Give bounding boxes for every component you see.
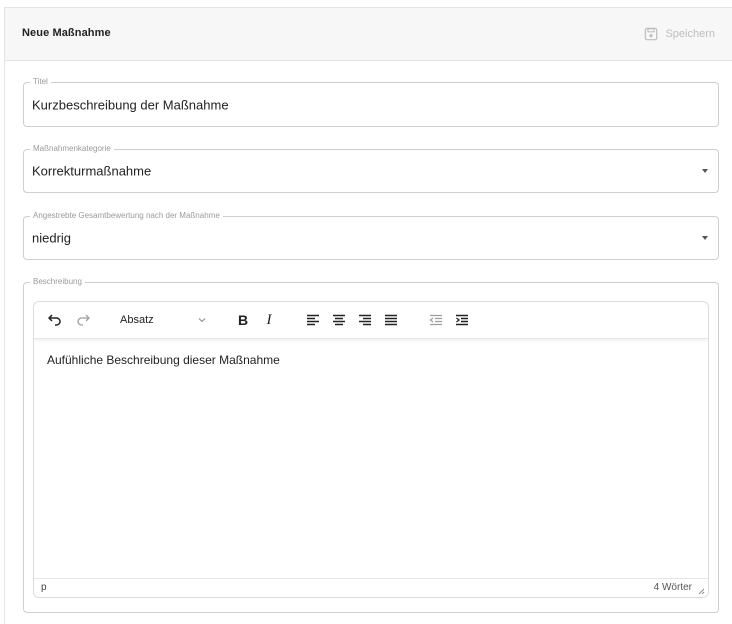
align-center-icon[interactable] [331, 312, 347, 328]
indent-icon[interactable] [454, 312, 470, 328]
beschreibung-label: Beschreibung [30, 277, 85, 287]
form-panel: Neue Maßnahme Speichern Titel Kurzbeschr… [4, 7, 732, 624]
block-format-value: Absatz [120, 314, 154, 326]
editor-toolbar: Absatz B I [34, 302, 708, 339]
beschreibung-field: Beschreibung Absatz B I Aufühliche Besch… [23, 277, 719, 613]
chevron-down-icon [198, 318, 206, 323]
editor-content[interactable]: Aufühliche Beschreibung dieser Maßnahme [47, 353, 280, 367]
element-path[interactable]: p [41, 582, 47, 593]
align-justify-icon[interactable] [383, 312, 399, 328]
outdent-icon[interactable] [428, 312, 444, 328]
kategorie-selected-value: Korrekturmaßnahme [32, 163, 152, 179]
titel-field[interactable]: Titel Kurzbeschreibung der Maßnahme [23, 77, 719, 127]
caret-down-icon[interactable] [702, 169, 708, 173]
kategorie-select[interactable]: Maßnahmenkategorie Korrekturmaßnahme [23, 144, 719, 193]
save-button-label: Speichern [665, 28, 715, 40]
bold-button[interactable]: B [235, 312, 251, 328]
resize-handle-icon[interactable] [697, 587, 705, 595]
save-button[interactable]: Speichern [644, 25, 715, 43]
word-count[interactable]: 4 Wörter [654, 582, 692, 593]
editor-statusbar: p 4 Wörter [34, 578, 708, 597]
block-format-select[interactable]: Absatz [114, 310, 210, 330]
undo-icon[interactable] [47, 312, 63, 328]
bewertung-selected-value: niedrig [32, 230, 72, 246]
align-left-icon[interactable] [305, 312, 321, 328]
page-title: Neue Maßnahme [22, 27, 111, 39]
align-right-icon[interactable] [357, 312, 373, 328]
bewertung-select[interactable]: Angestrebte Gesamtbewertung nach der Maß… [23, 211, 719, 260]
caret-down-icon[interactable] [702, 236, 708, 240]
panel-header: Neue Maßnahme Speichern [5, 8, 732, 61]
titel-label: Titel [30, 77, 51, 87]
bewertung-label: Angestrebte Gesamtbewertung nach der Maß… [30, 211, 223, 221]
redo-icon[interactable] [75, 312, 91, 328]
rich-text-editor: Absatz B I Aufühliche Beschreibung diese… [33, 301, 709, 598]
kategorie-label: Maßnahmenkategorie [30, 144, 114, 154]
floppy-disk-icon [645, 27, 658, 41]
titel-input-value: Kurzbeschreibung der Maßnahme [32, 97, 229, 112]
italic-button[interactable]: I [261, 312, 277, 328]
